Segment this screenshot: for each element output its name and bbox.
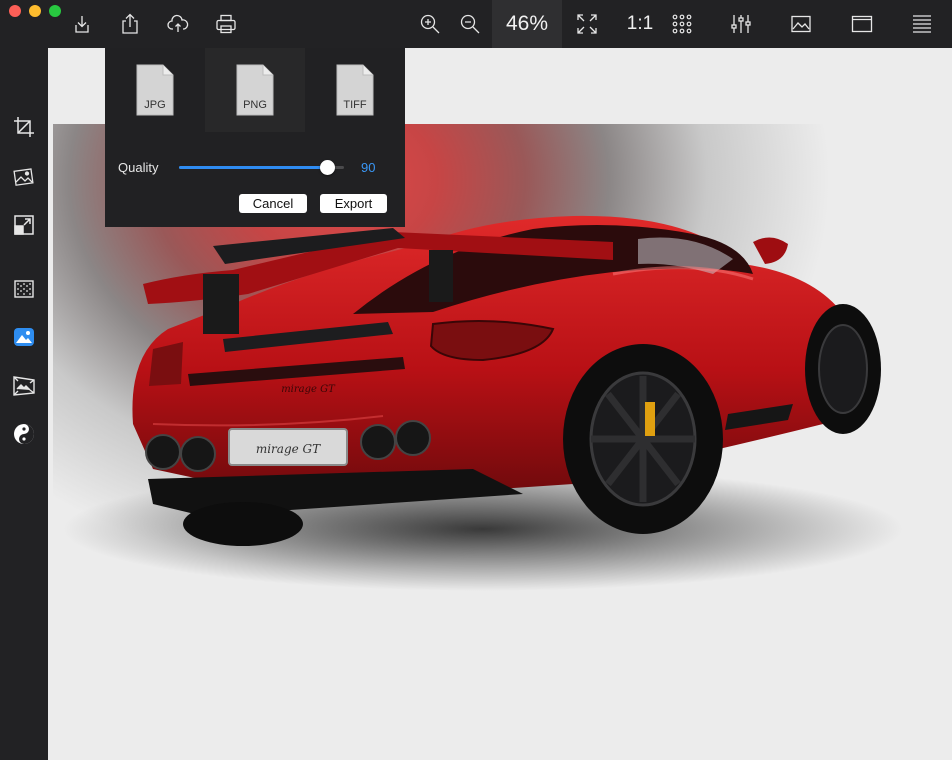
share-button[interactable] xyxy=(110,0,150,48)
zoom-out-button[interactable] xyxy=(450,0,490,48)
cloud-upload-button[interactable] xyxy=(158,0,198,48)
export-button[interactable]: Export xyxy=(320,194,387,213)
print-icon xyxy=(216,14,236,34)
share-icon xyxy=(122,13,138,34)
actual-size-button[interactable]: 1:1 xyxy=(618,0,662,48)
export-panel: JPG PNG TIFF Quality 90 Cancel Export xyxy=(105,48,405,227)
noise-icon xyxy=(14,280,34,298)
noise-tool-button[interactable] xyxy=(0,273,48,305)
image-edit-icon xyxy=(13,168,34,186)
enhance-icon xyxy=(14,328,34,346)
format-label: PNG xyxy=(243,99,267,111)
quality-label: Quality xyxy=(118,160,159,175)
yin-yang-tool-button[interactable] xyxy=(0,418,48,450)
quality-slider[interactable] xyxy=(179,160,344,175)
cloud-upload-icon xyxy=(167,14,189,32)
yin-yang-icon xyxy=(14,424,34,444)
minimize-window-button[interactable] xyxy=(29,5,41,17)
import-button[interactable] xyxy=(62,0,102,48)
resize-icon xyxy=(14,215,34,235)
tool-sidebar xyxy=(0,48,48,760)
perspective-icon xyxy=(13,376,35,396)
image-edit-tool-button[interactable] xyxy=(0,161,48,193)
enhance-tool-button[interactable] xyxy=(0,321,48,353)
zoom-in-button[interactable] xyxy=(410,0,450,48)
image-icon xyxy=(791,15,811,33)
adjustments-button[interactable] xyxy=(721,0,761,48)
cancel-button[interactable]: Cancel xyxy=(239,194,307,213)
print-button[interactable] xyxy=(206,0,246,48)
import-icon xyxy=(75,16,89,33)
crop-icon xyxy=(14,117,34,137)
zoom-out-icon xyxy=(460,14,480,34)
grid-button[interactable] xyxy=(662,0,702,48)
format-label: TIFF xyxy=(343,99,367,111)
format-tiff[interactable]: TIFF xyxy=(305,48,405,132)
crop-tool-button[interactable] xyxy=(0,111,48,143)
resize-tool-button[interactable] xyxy=(0,209,48,241)
format-selector: JPG PNG TIFF xyxy=(105,48,405,132)
image-button[interactable] xyxy=(781,0,821,48)
quality-value: 90 xyxy=(361,160,376,175)
grid-icon xyxy=(672,14,692,34)
menu-button[interactable] xyxy=(902,0,942,48)
badge-text: mirage GT xyxy=(281,384,336,395)
format-png[interactable]: PNG xyxy=(205,48,305,132)
format-jpg[interactable]: JPG xyxy=(105,48,205,132)
fit-to-window-button[interactable] xyxy=(567,0,607,48)
zoom-window-button[interactable] xyxy=(49,5,61,17)
zoom-level[interactable]: 46% xyxy=(492,0,562,48)
quality-slider-thumb[interactable] xyxy=(319,160,335,175)
close-window-button[interactable] xyxy=(9,5,21,17)
perspective-tool-button[interactable] xyxy=(0,370,48,402)
fit-to-window-icon xyxy=(577,14,597,34)
menu-icon xyxy=(913,15,931,33)
zoom-in-icon xyxy=(420,14,440,34)
quality-slider-fill xyxy=(179,166,328,169)
window-icon xyxy=(851,15,873,33)
plate-text: mirage GT xyxy=(256,442,321,456)
adjustments-icon xyxy=(731,15,751,33)
format-label: JPG xyxy=(144,99,166,111)
toolbar: 46% 1:1 xyxy=(0,0,952,48)
window-button[interactable] xyxy=(842,0,882,48)
